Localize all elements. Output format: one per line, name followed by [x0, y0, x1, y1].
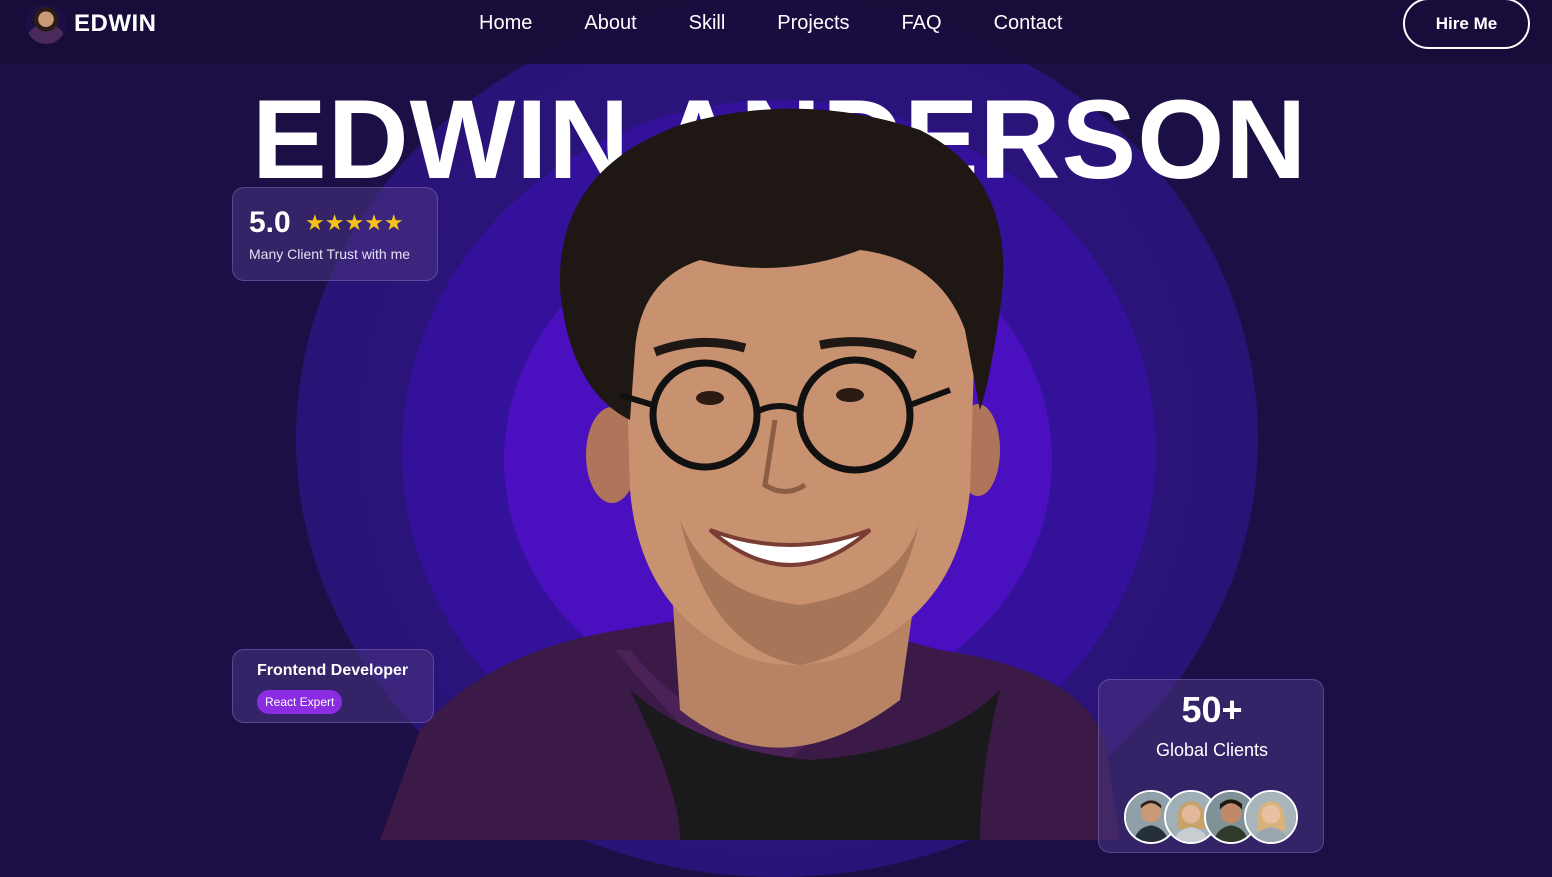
hire-me-button[interactable]: Hire Me: [1403, 0, 1530, 49]
client-avatar: [1244, 790, 1298, 844]
clients-count: 50+: [1181, 689, 1243, 730]
nav-skill-link[interactable]: Skill: [689, 10, 726, 36]
nav-contact-link[interactable]: Contact: [994, 10, 1063, 36]
rating-value: 5.0: [249, 206, 291, 239]
role-title: Frontend Developer: [257, 662, 409, 679]
nav-home-link[interactable]: Home: [479, 10, 532, 36]
portrait-image: [380, 108, 1120, 840]
nav-faq-link[interactable]: FAQ: [902, 10, 942, 36]
rating-card: 5.0 ★★★★★ Many Client Trust with me: [232, 187, 438, 281]
rating-caption: Many Client Trust with me: [249, 246, 411, 262]
nav-projects-link[interactable]: Projects: [777, 10, 849, 36]
client-avatars: [1124, 790, 1304, 844]
clients-card: 50+ Global Clients: [1098, 679, 1324, 853]
main-menu: Home About Skill Projects FAQ Contact: [479, 10, 1063, 36]
brand[interactable]: EDWIN: [26, 4, 157, 44]
role-card: Frontend Developer React Expert: [232, 649, 434, 723]
nav-about-link[interactable]: About: [584, 10, 636, 36]
star-icon: ★★★★★: [305, 210, 404, 235]
brand-avatar-icon: [26, 4, 66, 44]
clients-label: Global Clients: [1155, 740, 1269, 760]
role-badge: React Expert: [257, 690, 343, 714]
top-navbar: EDWIN Home About Skill Projects FAQ Cont…: [0, 0, 1552, 64]
brand-name: EDWIN: [74, 10, 157, 37]
